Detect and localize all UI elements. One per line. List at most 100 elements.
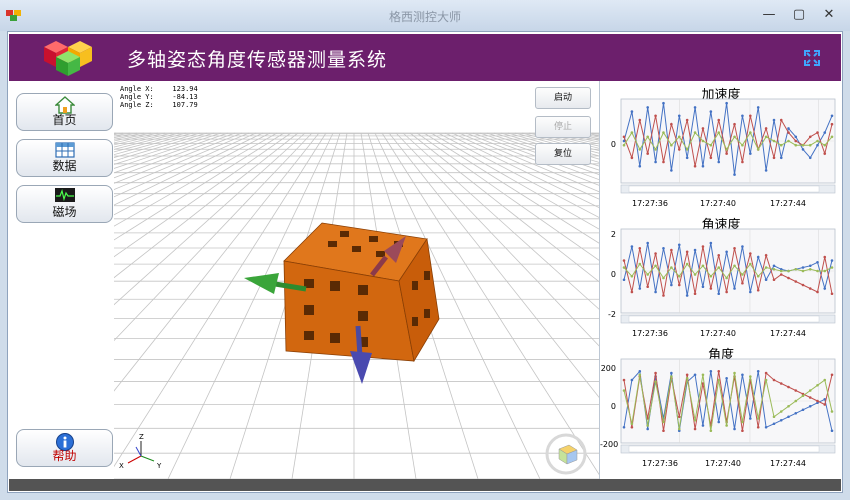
chart-data-point — [630, 131, 634, 134]
view-cube-icon[interactable] — [545, 433, 587, 475]
chart-data-point — [741, 281, 744, 285]
chart-data-point — [749, 417, 752, 420]
charts-panel: 加速度 角速度 角度 0 2 0 -2 200 0 -200 17:27:36 … — [599, 81, 842, 479]
chart-data-point — [685, 294, 689, 297]
nav-magnetic-button[interactable]: 磁场 — [16, 185, 113, 223]
chart-data-point — [779, 418, 783, 422]
chart-data-point — [654, 148, 657, 151]
chart-data-point — [662, 160, 665, 164]
chart-data-point — [670, 266, 673, 269]
angle-readout: Angle X: 123.94 Angle Y: -84.13 Angle Z: 10… — [120, 85, 198, 109]
grid-line — [114, 132, 117, 134]
chart-data-point — [816, 383, 819, 387]
reset-button[interactable]: 复位 — [535, 143, 591, 165]
grid-line — [465, 132, 599, 186]
chart-data-point — [677, 427, 681, 431]
chart-data-point — [693, 427, 697, 431]
chart-data-point — [787, 131, 790, 134]
grid-line — [114, 132, 131, 137]
app-header: 多轴姿态角度传感器测量系统 — [9, 34, 841, 81]
chart-data-point — [772, 422, 776, 426]
nav-home-button[interactable]: 首页 — [16, 93, 113, 131]
chart-data-point — [717, 292, 721, 296]
chart-data-point — [709, 156, 713, 160]
chart-data-point — [764, 127, 768, 130]
chart-data-point — [756, 274, 760, 278]
chart-data-point — [756, 148, 760, 151]
chart-data-point — [741, 143, 744, 147]
3d-scene — [114, 132, 599, 479]
chart-data-point — [677, 148, 681, 151]
chart-data-point — [638, 164, 642, 168]
chart-data-point — [646, 424, 649, 427]
help-button[interactable]: 帮助 — [16, 429, 113, 467]
chart-data-point — [749, 375, 752, 378]
chart-data-point — [794, 267, 798, 271]
grid-line — [114, 132, 278, 227]
chart-data-point — [630, 422, 634, 426]
chart-data-point — [630, 110, 634, 113]
table-icon — [55, 142, 75, 158]
minimize-button[interactable]: — — [756, 6, 782, 24]
stop-button[interactable]: 停止 — [535, 116, 591, 138]
chart-data-point — [779, 269, 783, 273]
chart-data-point — [622, 425, 626, 429]
3d-viewport[interactable]: Angle X: 123.94 Angle Y: -84.13 Angle Z: 10… — [114, 81, 599, 479]
chart-data-point — [685, 156, 689, 160]
chart-data-point — [801, 148, 805, 151]
fullscreen-icon[interactable] — [803, 49, 821, 67]
chart-data-point — [709, 110, 713, 113]
chart-data-point — [764, 371, 768, 375]
maximize-button[interactable]: ▢ — [786, 6, 812, 24]
chart-data-point — [823, 269, 827, 273]
chart-data-point — [830, 410, 834, 413]
chart-data-point — [816, 260, 819, 264]
chart-data-point — [779, 143, 783, 147]
start-button[interactable]: 启动 — [535, 87, 591, 109]
close-button[interactable]: ✕ — [816, 6, 842, 24]
chart-data-point — [717, 369, 721, 373]
chart-data-point — [670, 122, 673, 126]
chart-data-point — [638, 246, 642, 250]
chart-data-point — [725, 424, 728, 427]
chart-scrollbar-thumb — [628, 445, 820, 453]
chart-data-point — [701, 424, 705, 427]
chart-data-point — [662, 246, 665, 250]
chart-data-point — [823, 131, 827, 134]
grid-line — [114, 132, 222, 169]
chart-data-point — [630, 274, 634, 278]
chart-data-point — [772, 264, 776, 268]
chart-data-point — [808, 389, 812, 392]
chart-data-point — [630, 156, 634, 160]
chart-data-point — [693, 164, 697, 168]
chart-data-point — [830, 266, 834, 269]
chart-data-point — [725, 250, 728, 254]
nav-data-button[interactable]: 数据 — [16, 139, 113, 177]
chart-data-point — [787, 415, 790, 419]
chart-data-point — [794, 135, 798, 139]
waveform-icon — [55, 188, 75, 202]
grid-line — [114, 132, 166, 146]
chart-data-point — [733, 246, 736, 250]
chart-data-point — [764, 266, 768, 269]
chart-data-point — [685, 376, 689, 380]
chart-data-point — [677, 283, 681, 287]
chart-data-point — [794, 399, 798, 403]
chart-data-point — [630, 425, 634, 429]
angle-x-row: Angle X: 123.94 — [120, 85, 198, 93]
chart-data-point — [787, 269, 790, 273]
app-title: 多轴姿态角度传感器测量系统 — [127, 49, 388, 71]
chart-data-point — [816, 131, 819, 134]
chart-data-point — [654, 114, 657, 118]
angle-z-row: Angle Z: 107.79 — [120, 101, 198, 109]
grid-line — [437, 132, 599, 218]
angle-z-value: 107.79 — [172, 101, 198, 109]
chart-data-point — [670, 371, 673, 375]
window-title: 格西测控大师 — [388, 10, 461, 24]
chart-data-point — [646, 285, 649, 289]
chart-data-point — [725, 290, 728, 294]
nav-data-label: 数据 — [52, 159, 77, 173]
grid-line — [514, 132, 599, 157]
chart-data-point — [717, 253, 721, 257]
chart-data-point — [749, 252, 752, 255]
